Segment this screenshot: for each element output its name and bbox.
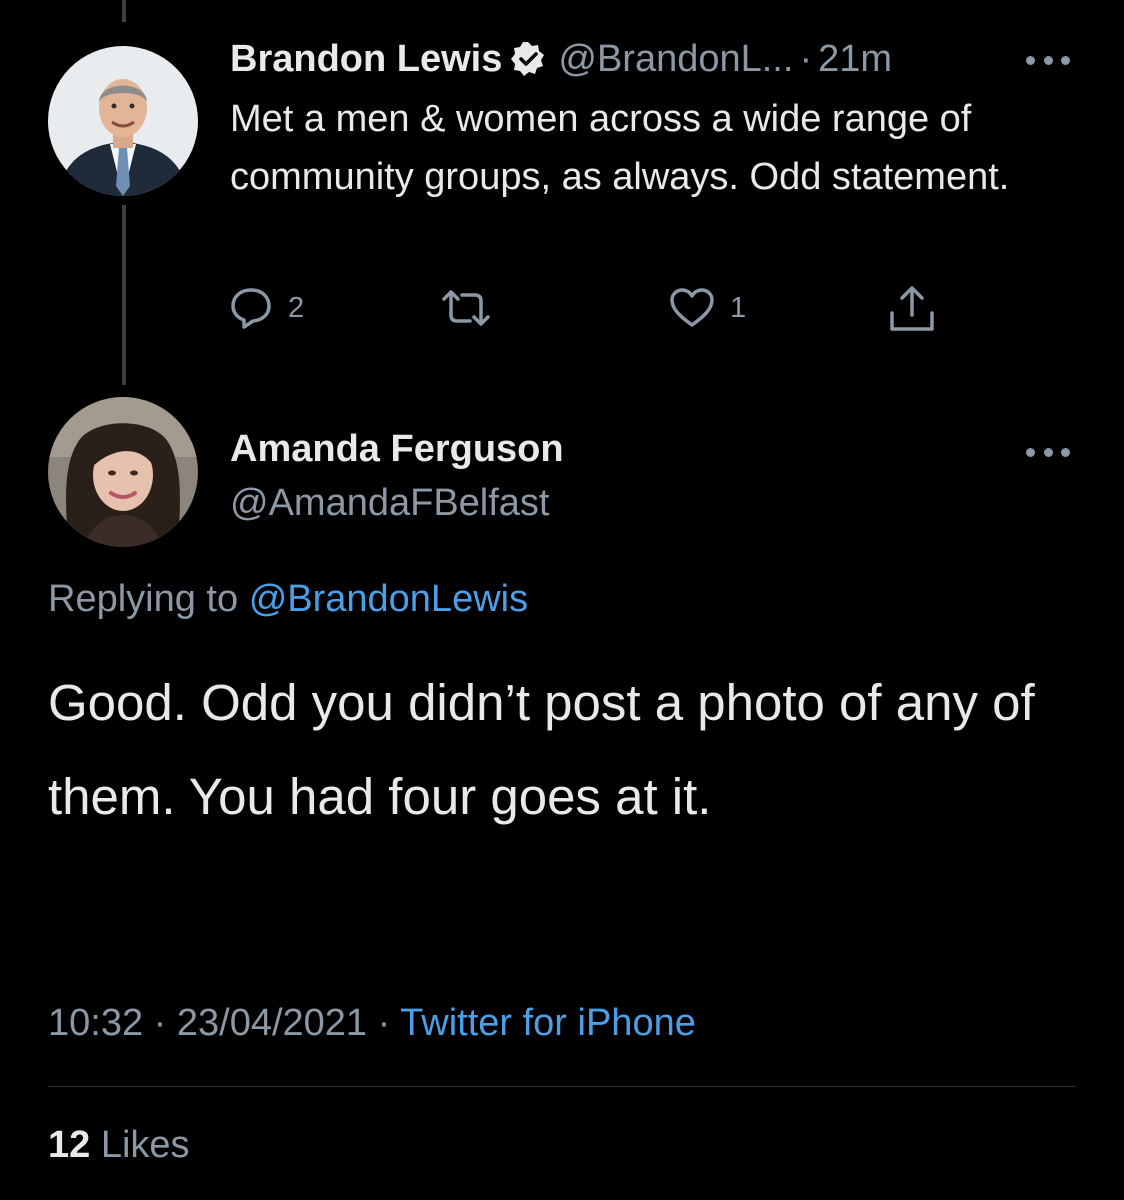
separator-dot: · <box>377 1002 391 1044</box>
replying-to-mention[interactable]: @BrandonLewis <box>249 578 528 620</box>
separator-dot: · <box>153 1002 167 1044</box>
likes-label: Likes <box>100 1124 190 1166</box>
parent-tweet-header: Brandon Lewis @BrandonL... · 21m <box>230 34 892 84</box>
like-icon <box>668 285 716 331</box>
tweet-date[interactable]: 23/04/2021 <box>177 1002 367 1044</box>
thread-line <box>122 205 126 385</box>
reply-icon <box>228 285 274 331</box>
separator-dot: · <box>799 37 813 80</box>
likes-summary[interactable]: 12 Likes <box>48 1124 190 1167</box>
like-button[interactable]: 1 <box>668 285 746 331</box>
replying-to: Replying to @BrandonLewis <box>48 578 528 621</box>
retweet-button[interactable] <box>438 285 508 331</box>
like-count: 1 <box>730 291 747 324</box>
share-button[interactable] <box>884 283 940 335</box>
thread-line-top <box>122 0 126 22</box>
avatar-brandon-lewis[interactable] <box>48 46 198 196</box>
verified-badge-icon <box>510 41 546 77</box>
reply-count: 2 <box>288 291 305 324</box>
parent-tweet-text: Met a men & women across a wide range of… <box>230 98 1010 198</box>
author-handle[interactable]: @AmandaFBelfast <box>230 482 550 525</box>
tweet-time[interactable]: 10:32 <box>48 1002 143 1044</box>
author-name[interactable]: Brandon Lewis <box>230 38 502 81</box>
avatar-amanda-ferguson[interactable] <box>48 397 198 547</box>
divider <box>48 1086 1076 1087</box>
author-name[interactable]: Amanda Ferguson <box>230 428 564 471</box>
more-icon[interactable] <box>1026 52 1070 68</box>
author-handle[interactable]: @BrandonL... <box>558 38 793 81</box>
likes-count: 12 <box>48 1124 91 1166</box>
reply-button[interactable]: 2 <box>228 285 304 331</box>
replying-prefix: Replying to <box>48 578 239 620</box>
main-tweet-text: Good. Odd you didn’t post a photo of any… <box>48 674 1035 825</box>
tweet-time-ago[interactable]: 21m <box>818 38 892 81</box>
more-icon[interactable] <box>1026 444 1070 460</box>
tweet-meta: 10:32 · 23/04/2021 · Twitter for iPhone <box>48 1002 696 1045</box>
tweet-source-link[interactable]: Twitter for iPhone <box>400 1002 696 1044</box>
retweet-icon <box>438 285 494 331</box>
share-icon <box>884 283 940 335</box>
